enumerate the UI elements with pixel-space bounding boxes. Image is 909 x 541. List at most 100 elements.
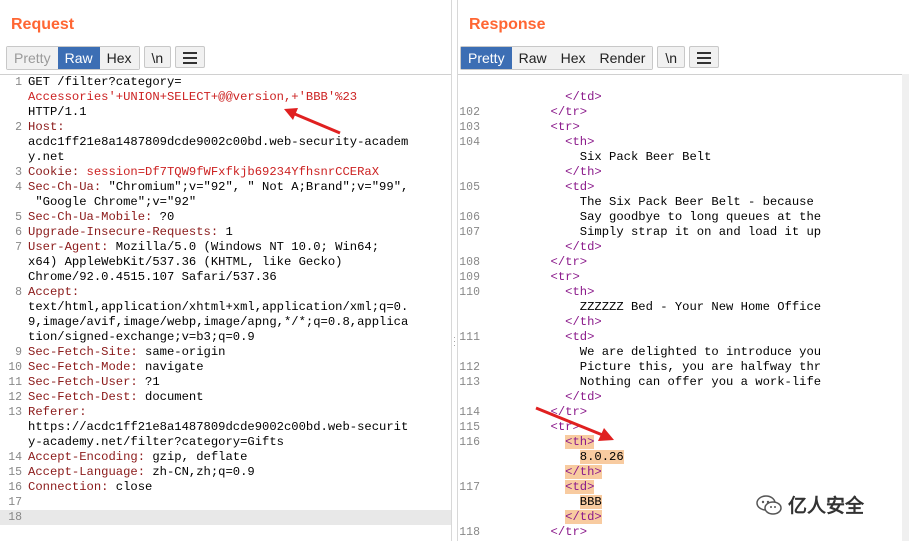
line-number: 10 — [8, 361, 22, 374]
response-raw-tab[interactable]: Raw — [511, 47, 554, 69]
response-line[interactable]: ZZZZZZ Bed - Your New Home Office — [458, 300, 909, 315]
request-line[interactable]: 9,image/avif,image/webp,image/apng,*/*;q… — [0, 315, 451, 330]
response-line[interactable]: 109 <tr> — [458, 270, 909, 285]
header-value: y.net — [28, 150, 65, 164]
response-view-group: Pretty Raw Hex Render — [460, 46, 654, 70]
line-text: 9,image/avif,image/webp,image/apng,*/*;q… — [28, 315, 408, 330]
response-line[interactable] — [458, 75, 909, 90]
line-number: 1 — [15, 76, 22, 89]
header-value: navigate — [137, 360, 204, 374]
request-line[interactable]: https://acdc1ff21e8a1487809dcde9002c00bd… — [0, 420, 451, 435]
request-line[interactable]: 16 Connection: close — [0, 480, 451, 495]
response-line[interactable]: We are delighted to introduce you — [458, 345, 909, 360]
line-content: <td> — [565, 330, 595, 344]
response-line[interactable]: 116 <th> — [458, 435, 909, 450]
response-line[interactable]: 104 <th> — [458, 135, 909, 150]
response-menu-button[interactable] — [689, 46, 720, 68]
request-line[interactable]: 8 Accept: — [0, 285, 451, 300]
response-line[interactable]: 113 Nothing can offer you a work-life — [458, 375, 909, 390]
line-number: 15 — [8, 466, 22, 479]
request-line[interactable]: 10 Sec-Fetch-Mode: navigate — [0, 360, 451, 375]
line-number: 5 — [15, 211, 22, 224]
request-pretty-tab[interactable]: Pretty — [7, 47, 58, 69]
response-line[interactable]: 105 <td> — [458, 180, 909, 195]
request-line[interactable]: HTTP/1.1 — [0, 105, 451, 120]
response-hex-tab[interactable]: Hex — [553, 47, 593, 69]
response-line[interactable]: 111 <td> — [458, 330, 909, 345]
header-value: acdc1ff21e8a1487809dcde9002c00bd.web-sec… — [28, 135, 409, 149]
response-newline-toggle[interactable]: \n — [657, 46, 686, 68]
response-line[interactable]: 107 Simply strap it on and load it up — [458, 225, 909, 240]
response-line[interactable]: The Six Pack Beer Belt - because — [458, 195, 909, 210]
request-line[interactable]: y.net — [0, 150, 451, 165]
html-tag: <td> — [492, 480, 595, 495]
header-value: https://acdc1ff21e8a1487809dcde9002c00bd… — [28, 420, 409, 434]
response-line[interactable]: 8.0.26 — [458, 450, 909, 465]
request-line[interactable]: 1 GET /filter?category= — [0, 75, 451, 90]
request-line[interactable]: 6 Upgrade-Insecure-Requests: 1 — [0, 225, 451, 240]
header-key: Accept-Encoding: — [28, 450, 146, 464]
html-text: We are delighted to introduce you — [492, 345, 821, 360]
response-line[interactable]: </th> — [458, 315, 909, 330]
request-line[interactable]: 4 Sec-Ch-Ua: "Chromium";v="92", " Not A;B… — [0, 180, 451, 195]
pane-splitter[interactable]: · · · — [451, 0, 458, 541]
header-value: Mozilla/5.0 (Windows NT 10.0; Win64; — [108, 240, 380, 254]
response-line[interactable]: 112 Picture this, you are halfway thr — [458, 360, 909, 375]
response-line[interactable]: </th> — [458, 465, 909, 480]
line-text: Accept-Encoding: gzip, deflate — [28, 450, 247, 465]
html-text: Six Pack Beer Belt — [492, 150, 712, 165]
request-line[interactable]: Chrome/92.0.4515.107 Safari/537.36 — [0, 270, 451, 285]
response-line[interactable]: </th> — [458, 165, 909, 180]
grip-dots-icon: · · · — [453, 332, 456, 350]
request-editor[interactable]: 1 GET /filter?category= Accessories'+UNION… — [0, 74, 451, 541]
response-pretty-tab[interactable]: Pretty — [461, 47, 512, 69]
request-line[interactable]: 9 Sec-Fetch-Site: same-origin — [0, 345, 451, 360]
line-text: Accept: — [28, 285, 79, 300]
response-line[interactable]: </td> — [458, 90, 909, 105]
request-line[interactable]: "Google Chrome";v="92" — [0, 195, 451, 210]
request-line[interactable]: 13 Referer: — [0, 405, 451, 420]
request-newline-toggle[interactable]: \n — [143, 46, 172, 68]
watermark-text: 亿人安全 — [788, 496, 865, 517]
request-menu-button[interactable] — [175, 46, 206, 68]
request-hex-tab[interactable]: Hex — [99, 47, 139, 69]
request-line[interactable]: text/html,application/xhtml+xml,applicat… — [0, 300, 451, 315]
request-line[interactable]: 7 User-Agent: Mozilla/5.0 (Windows NT 10.… — [0, 240, 451, 255]
request-raw-tab[interactable]: Raw — [57, 47, 100, 69]
response-line[interactable]: 103 <tr> — [458, 120, 909, 135]
watermark: 亿人安全 — [752, 489, 869, 520]
response-line[interactable]: </td> — [458, 390, 909, 405]
request-line[interactable]: 17 — [0, 495, 451, 510]
request-line[interactable]: 14 Accept-Encoding: gzip, deflate — [0, 450, 451, 465]
request-line[interactable]: 3 Cookie: session=Df7TQW9fWFxfkjb69234Yfh… — [0, 165, 451, 180]
request-line[interactable]: x64) AppleWebKit/537.36 (KHTML, like Gec… — [0, 255, 451, 270]
request-line[interactable]: 12 Sec-Fetch-Dest: document — [0, 390, 451, 405]
response-line[interactable]: 118 </tr> — [458, 525, 909, 540]
response-line[interactable]: 108 </tr> — [458, 255, 909, 270]
request-line[interactable]: tion/signed-exchange;v=b3;q=0.9 — [0, 330, 451, 345]
request-line[interactable]: acdc1ff21e8a1487809dcde9002c00bd.web-sec… — [0, 135, 451, 150]
header-value: 1 — [218, 225, 233, 239]
line-number: 107 — [459, 226, 480, 239]
response-line[interactable]: Six Pack Beer Belt — [458, 150, 909, 165]
request-line[interactable]: 2 Host: — [0, 120, 451, 135]
request-line[interactable]: y-academy.net/filter?category=Gifts — [0, 435, 451, 450]
response-editor[interactable]: </td> 102 </tr> 103 <tr> 104 <th> Six Pack … — [458, 74, 909, 541]
response-scrollbar[interactable] — [902, 74, 909, 541]
response-line[interactable]: 110 <th> — [458, 285, 909, 300]
html-tag: </th> — [492, 465, 602, 480]
response-line[interactable]: 106 Say goodbye to long queues at the — [458, 210, 909, 225]
header-key: Host: — [28, 120, 65, 134]
response-line[interactable]: 115 <tr> — [458, 420, 909, 435]
request-line[interactable]: 11 Sec-Fetch-User: ?1 — [0, 375, 451, 390]
html-text: ZZZZZZ Bed - Your New Home Office — [492, 300, 821, 315]
request-line[interactable]: Accessories'+UNION+SELECT+@@version,+'BB… — [0, 90, 451, 105]
response-render-tab[interactable]: Render — [592, 47, 653, 69]
request-line[interactable]: 5 Sec-Ch-Ua-Mobile: ?0 — [0, 210, 451, 225]
request-line[interactable]: 15 Accept-Language: zh-CN,zh;q=0.9 — [0, 465, 451, 480]
request-line[interactable]: 18 — [0, 510, 451, 525]
response-line[interactable]: 114 </tr> — [458, 405, 909, 420]
response-title: Response — [469, 16, 546, 33]
response-line[interactable]: 102 </tr> — [458, 105, 909, 120]
response-line[interactable]: </td> — [458, 240, 909, 255]
